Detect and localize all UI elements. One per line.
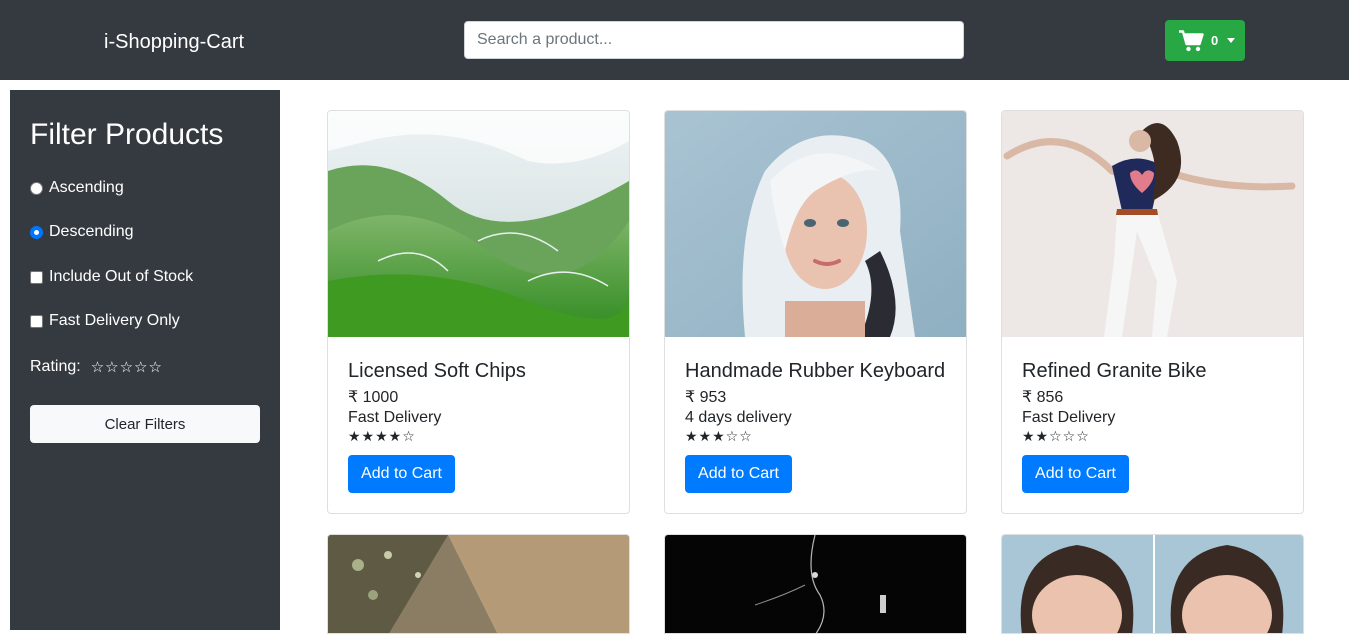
product-price: ₹ 1000 [348,389,399,406]
sort-ascending-option[interactable]: Ascending [30,179,124,197]
product-image [328,111,629,337]
product-image [664,534,967,634]
product-delivery: 4 days delivery [685,409,792,426]
caret-down-icon [1227,38,1236,43]
checkbox-out-of-stock[interactable] [30,270,43,284]
product-price: ₹ 856 [1022,389,1064,406]
shopping-cart-icon [1179,29,1204,51]
cart-count-badge: 0 [1211,33,1219,48]
fast-delivery-option[interactable]: Fast Delivery Only [30,312,180,330]
sort-descending-option[interactable]: Descending [30,223,134,241]
ascending-label: Ascending [49,179,124,196]
product-delivery: Fast Delivery [348,409,442,426]
radio-descending[interactable] [30,225,43,239]
filter-title: Filter Products [30,118,224,151]
cart-dropdown-button[interactable]: 0 [1165,20,1245,61]
product-rating-stars: ★★★☆☆ [685,429,753,445]
descending-label: Descending [49,223,134,240]
add-to-cart-button[interactable]: Add to Cart [685,455,792,493]
checkbox-fast-delivery[interactable] [30,314,43,328]
out-of-stock-option[interactable]: Include Out of Stock [30,268,193,286]
navbar: i-Shopping-Cart 0 [0,0,1349,80]
out-of-stock-label: Include Out of Stock [49,268,194,285]
product-card: Handmade Rubber Keyboard ₹ 953 4 days de… [664,110,967,514]
search-input[interactable] [464,21,964,59]
product-rating-stars: ★★☆☆☆ [1022,429,1090,445]
product-image [327,534,630,634]
product-rating-stars: ★★★★☆ [348,429,416,445]
fast-delivery-label: Fast Delivery Only [49,312,180,329]
product-image [1002,111,1303,337]
rating-star-icons[interactable]: ☆☆☆☆☆ [91,358,163,376]
add-to-cart-button[interactable]: Add to Cart [1022,455,1129,493]
product-delivery: Fast Delivery [1022,409,1116,426]
product-image [1001,534,1304,634]
product-price: ₹ 953 [685,389,727,406]
brand-title[interactable]: i-Shopping-Cart [104,29,244,55]
product-card: Refined Granite Bike ₹ 856 Fast Delivery… [1001,110,1304,514]
product-name: Licensed Soft Chips [348,360,526,382]
product-name: Handmade Rubber Keyboard [685,360,946,382]
rating-filter: Rating: ☆☆☆☆☆ [30,358,163,376]
rating-label: Rating: [30,358,81,375]
add-to-cart-button[interactable]: Add to Cart [348,455,455,493]
clear-filters-button[interactable]: Clear Filters [30,405,260,443]
filter-sidebar: Filter Products Ascending Descending Inc… [10,90,280,630]
product-image [665,111,966,337]
radio-ascending[interactable] [30,181,43,195]
product-name: Refined Granite Bike [1022,360,1207,382]
product-card: Licensed Soft Chips ₹ 1000 Fast Delivery… [327,110,630,514]
